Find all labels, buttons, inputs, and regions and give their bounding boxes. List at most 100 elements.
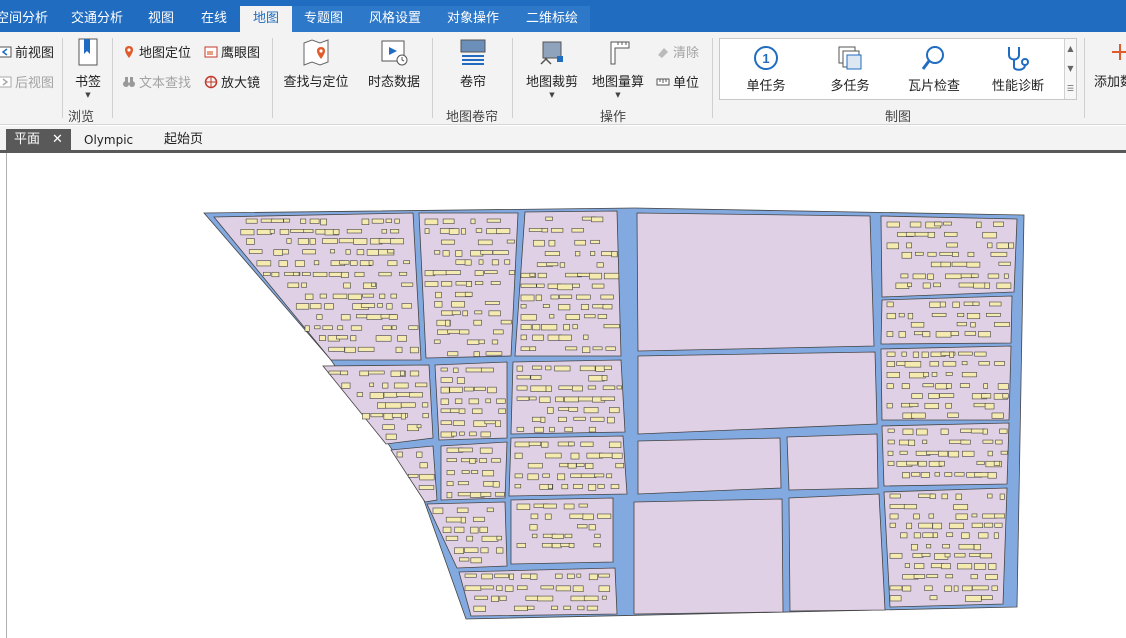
building-footprint xyxy=(369,392,384,399)
separator xyxy=(512,38,513,118)
building-footprint xyxy=(494,492,505,497)
building-footprint xyxy=(953,585,959,592)
eagle-eye-button[interactable]: 鹰眼图 xyxy=(204,44,260,64)
building-footprint xyxy=(564,426,573,433)
building-footprint xyxy=(348,293,362,300)
building-footprint xyxy=(320,218,327,226)
building-footprint xyxy=(520,294,535,302)
doc-tab-olympic[interactable]: Olympic xyxy=(76,129,141,151)
building-footprint xyxy=(979,553,993,559)
building-footprint xyxy=(887,450,894,456)
building-footprint xyxy=(530,375,542,380)
building-footprint xyxy=(970,322,976,328)
building-footprint xyxy=(944,553,951,558)
scroll-up-icon[interactable]: ▲ xyxy=(1065,39,1076,59)
tab-object-operations[interactable]: 对象操作 xyxy=(434,6,512,32)
building-footprint xyxy=(601,251,614,257)
map-clip-button[interactable]: 地图裁剪 ▼ xyxy=(524,38,580,99)
building-footprint xyxy=(500,319,512,325)
building-footprint xyxy=(416,451,423,458)
tab-thematic-map[interactable]: 专题图 xyxy=(292,6,356,32)
building-footprint xyxy=(435,291,442,299)
tab-2d-plotting[interactable]: 二维标绘 xyxy=(512,6,590,32)
building-footprint xyxy=(442,250,450,257)
building-footprint xyxy=(419,473,435,481)
building-footprint xyxy=(385,218,392,223)
building-footprint xyxy=(911,472,921,477)
building-footprint xyxy=(611,452,623,459)
doc-tab-start-page[interactable]: 起始页 xyxy=(156,129,211,151)
building-footprint xyxy=(378,271,392,277)
tab-traffic-analysis[interactable]: 交通分析 xyxy=(58,6,136,32)
building-footprint xyxy=(599,452,613,459)
close-icon[interactable]: ✕ xyxy=(52,132,63,147)
building-footprint xyxy=(576,462,585,467)
tab-view[interactable]: 视图 xyxy=(136,6,188,32)
building-footprint xyxy=(981,393,992,399)
single-task-icon: 1 xyxy=(751,43,781,75)
prev-view-button[interactable]: 前视图 xyxy=(0,44,54,64)
tab-map[interactable]: 地图 xyxy=(240,6,292,32)
building-footprint xyxy=(989,301,1002,307)
next-view-button[interactable]: 后视图 xyxy=(0,74,54,94)
temporal-data-button[interactable]: 时态数据 xyxy=(364,38,424,90)
building-footprint xyxy=(514,473,523,479)
clear-button[interactable]: 清除 xyxy=(656,44,699,64)
building-footprint xyxy=(387,249,395,254)
gallery-expand-icon[interactable]: ☰ xyxy=(1065,79,1076,99)
chevron-down-icon: ▼ xyxy=(615,91,621,99)
building-footprint xyxy=(424,218,439,226)
tab-online[interactable]: 在线 xyxy=(188,6,240,32)
building-footprint xyxy=(987,273,1000,279)
building-footprint xyxy=(924,585,933,591)
building-footprint xyxy=(961,372,977,378)
building-footprint xyxy=(903,504,917,510)
bookmark-button[interactable]: 书签 ▼ xyxy=(70,38,106,99)
map-canvas[interactable] xyxy=(7,153,1126,638)
building-footprint xyxy=(902,428,914,435)
single-task-button[interactable]: 1 单任务 xyxy=(726,43,806,94)
building-footprint xyxy=(361,218,370,225)
building-footprint xyxy=(419,462,428,469)
building-footprint xyxy=(555,585,571,592)
map-locate-button[interactable]: 地图定位 xyxy=(122,44,191,64)
add-data-label: 添加数 xyxy=(1094,75,1126,90)
building-footprint xyxy=(967,251,975,257)
text-search-button[interactable]: 文本查找 xyxy=(122,74,191,94)
building-footprint xyxy=(540,416,546,423)
map-clip-label: 地图裁剪 xyxy=(525,75,578,90)
building-footprint xyxy=(596,262,604,268)
building-footprint xyxy=(366,314,383,320)
building-footprint xyxy=(368,370,385,375)
building-footprint xyxy=(982,513,997,519)
building-footprint xyxy=(949,522,965,529)
tab-spatial-analysis[interactable]: 空间分析 xyxy=(0,6,52,32)
building-footprint xyxy=(605,346,616,351)
building-footprint xyxy=(527,462,543,469)
building-footprint xyxy=(597,484,605,489)
swipe-button[interactable]: 卷帘 xyxy=(448,38,498,90)
scroll-down-icon[interactable]: ▼ xyxy=(1065,59,1076,79)
building-footprint xyxy=(974,351,987,357)
separator xyxy=(712,38,713,118)
building-footprint xyxy=(457,492,471,497)
building-footprint xyxy=(929,301,941,308)
gallery-scroll[interactable]: ▲ ▼ ☰ xyxy=(1064,39,1076,99)
unit-button[interactable]: 单位 xyxy=(656,74,699,94)
magnifier-button[interactable]: 放大镜 xyxy=(204,74,260,94)
add-data-button[interactable]: 添加数 xyxy=(1094,38,1126,90)
map-measure-button[interactable]: 地图量算 ▼ xyxy=(590,38,646,99)
tab-style-settings[interactable]: 风格设置 xyxy=(356,6,434,32)
performance-diagnosis-button[interactable]: 性能诊断 xyxy=(978,43,1058,94)
building-footprint xyxy=(566,573,575,579)
map-view[interactable] xyxy=(6,153,1126,638)
building-footprint xyxy=(960,428,973,433)
building-footprint xyxy=(1000,450,1008,455)
building-footprint xyxy=(970,273,979,278)
doc-tab-plan[interactable]: 平面 ✕ xyxy=(6,129,71,151)
tile-check-button[interactable]: 瓦片检查 xyxy=(894,43,974,94)
building-footprint xyxy=(546,262,559,267)
building-footprint xyxy=(923,372,929,378)
find-locate-button[interactable]: 查找与定位 xyxy=(280,38,352,90)
multi-task-button[interactable]: 多任务 xyxy=(810,43,890,94)
